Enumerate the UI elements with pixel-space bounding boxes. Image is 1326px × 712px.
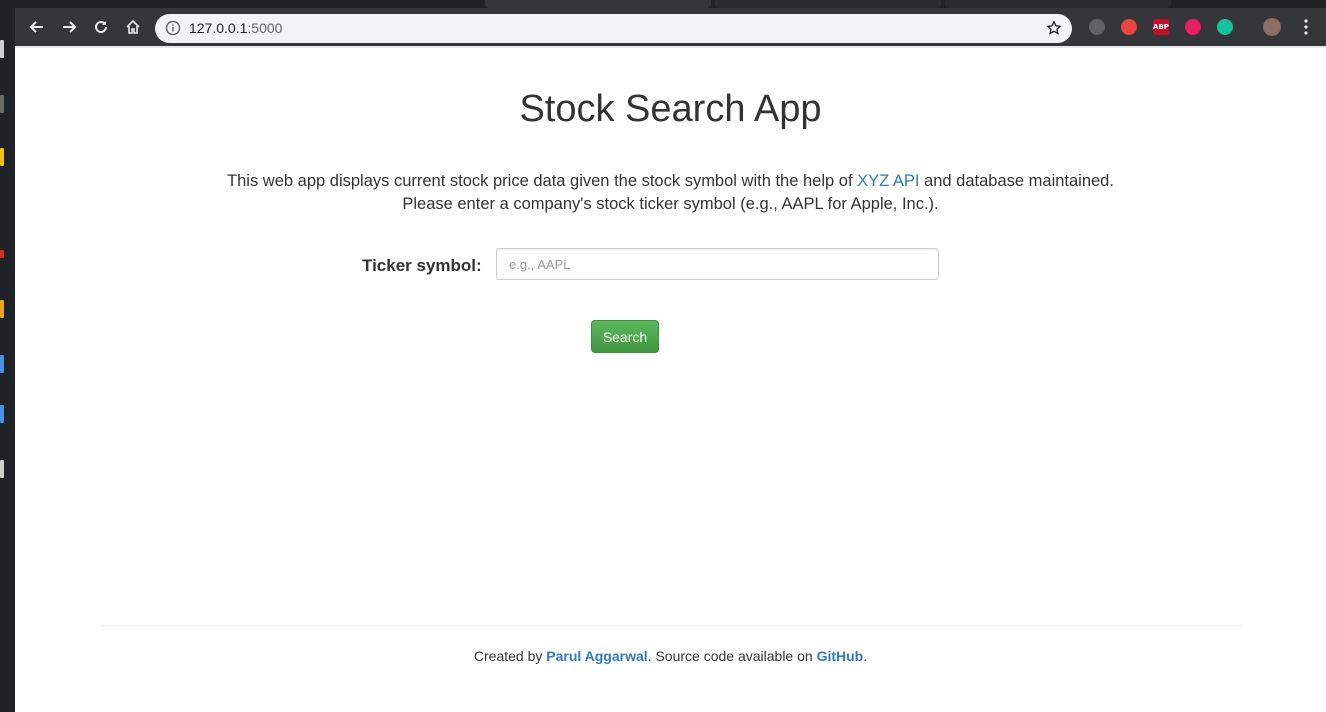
tumblr-extension-icon[interactable] [1185, 19, 1201, 35]
arrow-right-icon [63, 21, 77, 33]
browser-tab[interactable] [715, 0, 941, 8]
menu-button[interactable] [1295, 16, 1317, 38]
taskbar-app-icon[interactable] [0, 460, 4, 478]
taskbar-app-icon[interactable] [0, 95, 4, 113]
back-button[interactable] [26, 16, 48, 38]
taskbar-app-icon[interactable] [0, 355, 4, 373]
footer-divider [101, 625, 1241, 626]
search-button[interactable]: Search [591, 320, 659, 353]
home-icon [126, 19, 140, 34]
kebab-menu-icon [1304, 19, 1308, 35]
browser-tab[interactable] [485, 0, 711, 8]
description-text-end: and database maintained. [919, 172, 1114, 190]
page-description: This web app displays current stock pric… [15, 170, 1326, 216]
adblock-extension-icon[interactable]: ABP [1153, 19, 1169, 35]
os-taskbar [0, 0, 15, 712]
page-content: Stock Search App This web app displays c… [15, 48, 1326, 712]
taskbar-app-icon[interactable] [0, 148, 4, 166]
footer-source-text: . Source code available on [647, 648, 817, 664]
browser-tab[interactable] [945, 0, 1171, 8]
description-text: This web app displays current stock pric… [227, 172, 858, 190]
api-link[interactable]: XYZ API [857, 172, 919, 190]
address-bar[interactable]: 127.0.0.1:5000 [155, 14, 1072, 43]
mask-extension-icon[interactable] [1089, 19, 1105, 35]
ticker-label: Ticker symbol: [362, 256, 482, 275]
author-link[interactable]: Parul Aggarwal [546, 648, 647, 664]
taskbar-app-icon[interactable] [0, 250, 4, 258]
footer-created-by: Created by [473, 648, 547, 664]
footer-end: . [863, 648, 868, 664]
taskbar-app-icon[interactable] [0, 40, 4, 58]
reload-icon [95, 20, 107, 33]
browser-tab-strip [15, 0, 1326, 8]
forward-button[interactable] [58, 16, 80, 38]
url-port: :5000 [247, 20, 283, 36]
footer: Created by Parul Aggarwal. Source code a… [15, 648, 1326, 664]
github-link[interactable]: GitHub [817, 648, 864, 664]
grammarly-extension-icon[interactable] [1217, 19, 1233, 35]
browser-toolbar: 127.0.0.1:5000 ABP [15, 8, 1326, 46]
bookmark-star-icon[interactable] [1046, 20, 1062, 36]
reload-button[interactable] [90, 16, 112, 38]
home-button[interactable] [122, 16, 144, 38]
taskbar-app-icon[interactable] [0, 300, 4, 318]
page-title: Stock Search App [519, 88, 822, 130]
description-instructions: Please enter a company's stock ticker sy… [402, 195, 939, 213]
url-host: 127.0.0.1 [189, 20, 248, 36]
shield-extension-icon[interactable] [1121, 19, 1137, 35]
arrow-left-icon [29, 21, 43, 33]
profile-avatar[interactable] [1263, 18, 1281, 36]
ticker-input[interactable] [496, 248, 939, 280]
info-icon[interactable] [165, 20, 181, 36]
url-text[interactable]: 127.0.0.1:5000 [189, 20, 282, 37]
taskbar-app-icon[interactable] [0, 405, 4, 423]
